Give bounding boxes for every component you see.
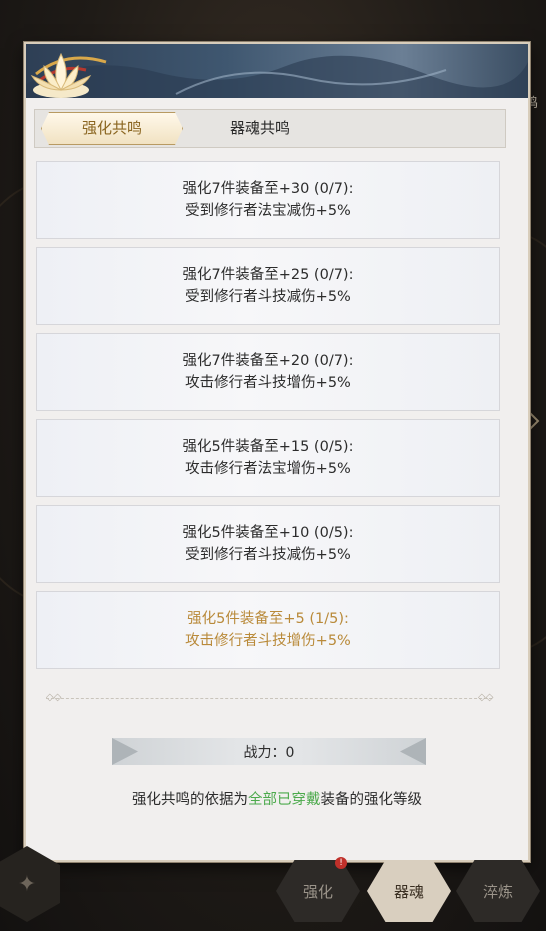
- footnote-text-end: 装备的强化等级: [320, 792, 423, 808]
- resonance-effect: 受到修行者斗技减伤+5%: [185, 547, 351, 563]
- resonance-item: 强化5件装备至+15 (0/5): 攻击修行者法宝增伤+5%: [36, 419, 500, 497]
- power-value: 战力：0: [243, 744, 295, 761]
- tab-enhance-resonance[interactable]: 强化共鸣: [41, 112, 183, 145]
- resonance-panel: 强化共鸣 器魂共鸣 强化7件装备至+30 (0/7): 受到修行者法宝减伤+5%…: [24, 42, 530, 862]
- panel-banner: [26, 44, 528, 98]
- resonance-item: 强化5件装备至+10 (0/5): 受到修行者斗技减伤+5%: [36, 505, 500, 583]
- footnote-highlight: 全部已穿戴: [248, 792, 321, 808]
- resonance-effect: 攻击修行者法宝增伤+5%: [185, 461, 351, 477]
- tab-bar: 强化共鸣 器魂共鸣: [34, 109, 506, 148]
- resonance-condition: 强化7件装备至+20 (0/7):: [182, 353, 354, 369]
- resonance-effect: 受到修行者法宝减伤+5%: [185, 203, 351, 219]
- resonance-condition: 强化5件装备至+15 (0/5):: [182, 439, 354, 455]
- tab-soul-resonance[interactable]: 器魂共鸣: [185, 110, 335, 147]
- resonance-condition: 强化7件装备至+25 (0/7):: [182, 267, 354, 283]
- resonance-effect: 攻击修行者斗技增伤+5%: [185, 633, 351, 649]
- resonance-item: 强化7件装备至+20 (0/7): 攻击修行者斗技增伤+5%: [36, 333, 500, 411]
- power-bar-left-cap: [112, 738, 138, 765]
- divider-ornament-left: ◇◇: [46, 692, 62, 703]
- power-bar: 战力：0: [112, 738, 426, 765]
- resonance-effect: 攻击修行者斗技增伤+5%: [185, 375, 351, 391]
- lotus-icon: [30, 52, 92, 98]
- resonance-item: 强化7件装备至+30 (0/7): 受到修行者法宝减伤+5%: [36, 161, 500, 239]
- divider: [46, 698, 492, 700]
- resonance-condition: 强化5件装备至+10 (0/5):: [182, 525, 354, 541]
- resonance-effect: 受到修行者斗技减伤+5%: [185, 289, 351, 305]
- resonance-item: 强化7件装备至+25 (0/7): 受到修行者斗技减伤+5%: [36, 247, 500, 325]
- divider-ornament-right: ◇◇: [478, 692, 494, 703]
- footnote-text: 强化共鸣的依据为: [132, 792, 248, 808]
- power-bar-right-cap: [400, 738, 426, 765]
- resonance-footnote: 强化共鸣的依据为全部已穿戴装备的强化等级: [26, 788, 528, 809]
- notification-badge: !: [335, 857, 347, 869]
- banner-art: [26, 55, 528, 98]
- resonance-condition: 强化7件装备至+30 (0/7):: [182, 181, 354, 197]
- resonance-item-achieved: 强化5件装备至+5 (1/5): 攻击修行者斗技增伤+5%: [36, 591, 500, 669]
- resonance-condition: 强化5件装备至+5 (1/5):: [187, 611, 349, 627]
